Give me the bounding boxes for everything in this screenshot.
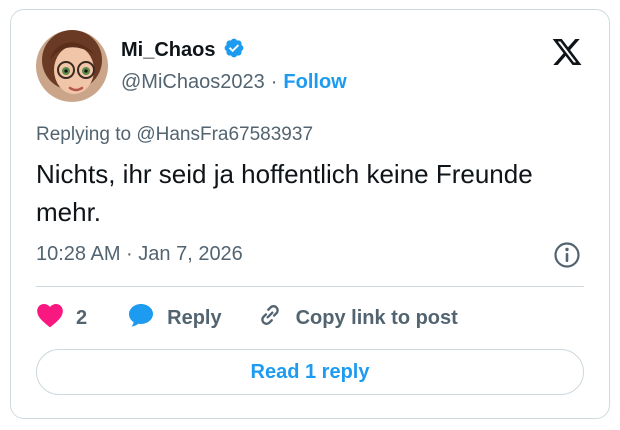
copy-link-label: Copy link to post (295, 306, 458, 329)
verified-badge-icon (223, 37, 245, 64)
author-row: Mi_Chaos (121, 37, 245, 64)
avatar[interactable] (36, 30, 108, 102)
x-logo-icon[interactable] (551, 36, 583, 68)
post-card: Mi_Chaos @MiChaos2023 · Follow Replying … (10, 9, 610, 419)
reply-button[interactable]: Reply (127, 302, 222, 334)
handle-row: @MiChaos2023 · Follow (121, 71, 347, 94)
like-count: 2 (76, 306, 88, 329)
post-text: Nichts, ihr seid ja hoffentlich keine Fr… (36, 159, 533, 227)
author-name[interactable]: Mi_Chaos (121, 39, 215, 62)
follow-button[interactable]: Follow (283, 71, 346, 94)
author-handle[interactable]: @MiChaos2023 (121, 71, 265, 94)
reply-bubble-icon (127, 302, 155, 334)
like-button[interactable]: 2 (36, 302, 87, 334)
reply-label: Reply (167, 306, 222, 329)
info-icon[interactable] (553, 241, 581, 269)
divider (36, 286, 584, 287)
heart-icon (36, 302, 64, 334)
link-icon (256, 301, 284, 335)
separator-dot: · (270, 71, 278, 93)
post-timestamp[interactable]: 10:28 AM · Jan 7, 2026 (36, 243, 243, 266)
copy-link-button[interactable]: Copy link to post (256, 301, 458, 335)
read-replies-button[interactable]: Read 1 reply (36, 349, 584, 395)
action-bar: 2 Reply Copy link to post (36, 302, 458, 334)
replying-to: Replying to @HansFra67583937 (36, 124, 314, 145)
